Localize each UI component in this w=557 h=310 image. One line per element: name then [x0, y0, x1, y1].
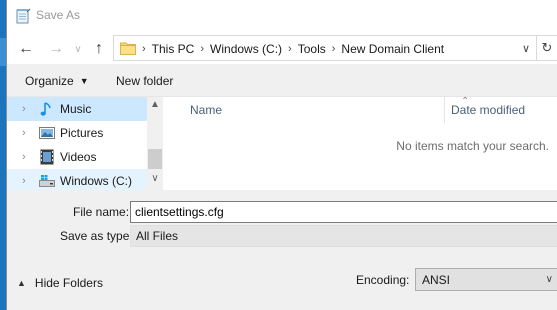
tree-item-label: Videos — [60, 150, 97, 164]
breadcrumb-separator-icon[interactable]: › — [200, 43, 204, 55]
tree-item-label: Music — [60, 102, 92, 116]
scroll-up-icon[interactable]: ▲ — [147, 99, 163, 113]
tree-item-windows-c[interactable]: › Windows (C:) — [7, 169, 147, 191]
navigation-pane: › Music › Pictures › Videos › Windows (C… — [7, 97, 163, 191]
hide-folders-button[interactable]: ▲ Hide Folders — [17, 276, 103, 290]
command-bar: Organize ▼ New folder — [7, 64, 557, 96]
expand-chevron-icon[interactable]: › — [22, 103, 32, 115]
file-list: ⌃ Name Date modified No items match your… — [163, 96, 557, 191]
breadcrumb-windows-c[interactable]: Windows (C:) — [210, 42, 282, 56]
back-arrow-icon[interactable]: ← — [15, 38, 37, 60]
column-header-label: Name — [190, 103, 223, 117]
expand-chevron-icon[interactable]: › — [22, 175, 32, 187]
navigation-pane-scrollbar[interactable]: ▲ ∨ — [147, 97, 163, 191]
caret-down-icon: ▼ — [79, 76, 89, 86]
recent-locations-chevron-icon[interactable]: ∨ — [67, 38, 89, 60]
empty-folder-message: No items match your search. — [396, 139, 549, 153]
tree-item-label: Pictures — [60, 126, 104, 140]
videos-icon — [39, 149, 55, 165]
breadcrumb-new-domain-client[interactable]: New Domain Client — [341, 42, 444, 56]
column-divider[interactable] — [444, 97, 445, 123]
tree-item-music[interactable]: › Music — [7, 97, 147, 121]
save-as-type-value: All Files — [136, 229, 179, 243]
caret-up-icon: ▲ — [17, 278, 26, 288]
save-form: File name: Save as type: All Files ▲ Hid… — [7, 190, 557, 310]
encoding-value: ANSI — [422, 272, 451, 287]
breadcrumb-separator-icon[interactable]: › — [142, 43, 146, 55]
window-title: Save As — [36, 8, 81, 22]
expand-chevron-icon[interactable]: › — [22, 151, 32, 163]
organize-label: Organize — [25, 74, 74, 88]
title-bar[interactable]: Save As — [7, 0, 557, 32]
column-header-name[interactable]: Name — [190, 97, 222, 123]
breadcrumb-separator-icon[interactable]: › — [288, 43, 292, 55]
hide-folders-label: Hide Folders — [34, 276, 103, 290]
navigation-bar: ← → ∨ ↑ › This PC › Windows (C:) › Tools… — [7, 32, 557, 64]
organize-button[interactable]: Organize ▼ — [25, 74, 89, 88]
notepad-icon — [16, 8, 31, 24]
filename-field[interactable] — [130, 201, 557, 223]
column-header-label: Date modified — [451, 103, 526, 117]
encoding-select[interactable]: ANSI ∨ — [415, 268, 557, 291]
column-header-date-modified[interactable]: Date modified — [451, 97, 525, 123]
tree-item-pictures[interactable]: › Pictures — [7, 121, 147, 145]
pictures-icon — [39, 125, 55, 141]
drive-icon — [39, 173, 55, 189]
up-arrow-icon[interactable]: ↑ — [88, 38, 110, 60]
refresh-icon[interactable]: ↻ — [537, 35, 557, 61]
forward-arrow-icon[interactable]: → — [45, 38, 67, 60]
breadcrumb-this-pc[interactable]: This PC — [152, 42, 195, 56]
folder-icon — [120, 42, 136, 55]
tree-item-videos[interactable]: › Videos — [7, 145, 147, 169]
breadcrumb-separator-icon[interactable]: › — [332, 43, 336, 55]
browser-area: › Music › Pictures › Videos › Windows (C… — [7, 96, 557, 191]
save-as-dialog: Save As ← → ∨ ↑ › This PC › Windows (C:)… — [0, 0, 557, 310]
expand-chevron-icon[interactable]: › — [22, 127, 32, 139]
scroll-down-icon[interactable]: ∨ — [147, 173, 163, 187]
save-as-type-select[interactable]: All Files — [130, 225, 557, 247]
breadcrumb-tools[interactable]: Tools — [298, 42, 326, 56]
encoding-label: Encoding: — [356, 273, 410, 287]
tree-item-label: Windows (C:) — [60, 174, 133, 188]
scrollbar-thumb[interactable] — [148, 149, 162, 169]
address-history-chevron-icon[interactable]: ∨ — [518, 40, 534, 56]
filename-label: File name: — [73, 205, 130, 219]
save-as-type-label: Save as type: — [60, 229, 133, 243]
breadcrumb: › This PC › Windows (C:) › Tools › New D… — [142, 41, 444, 57]
music-icon — [39, 101, 55, 117]
new-folder-button[interactable]: New folder — [116, 74, 173, 88]
chevron-down-icon: ∨ — [545, 274, 553, 285]
new-folder-label: New folder — [116, 74, 174, 88]
address-bar[interactable]: › This PC › Windows (C:) › Tools › New D… — [113, 35, 537, 61]
dialog-frame: Save As ← → ∨ ↑ › This PC › Windows (C:)… — [6, 0, 557, 310]
